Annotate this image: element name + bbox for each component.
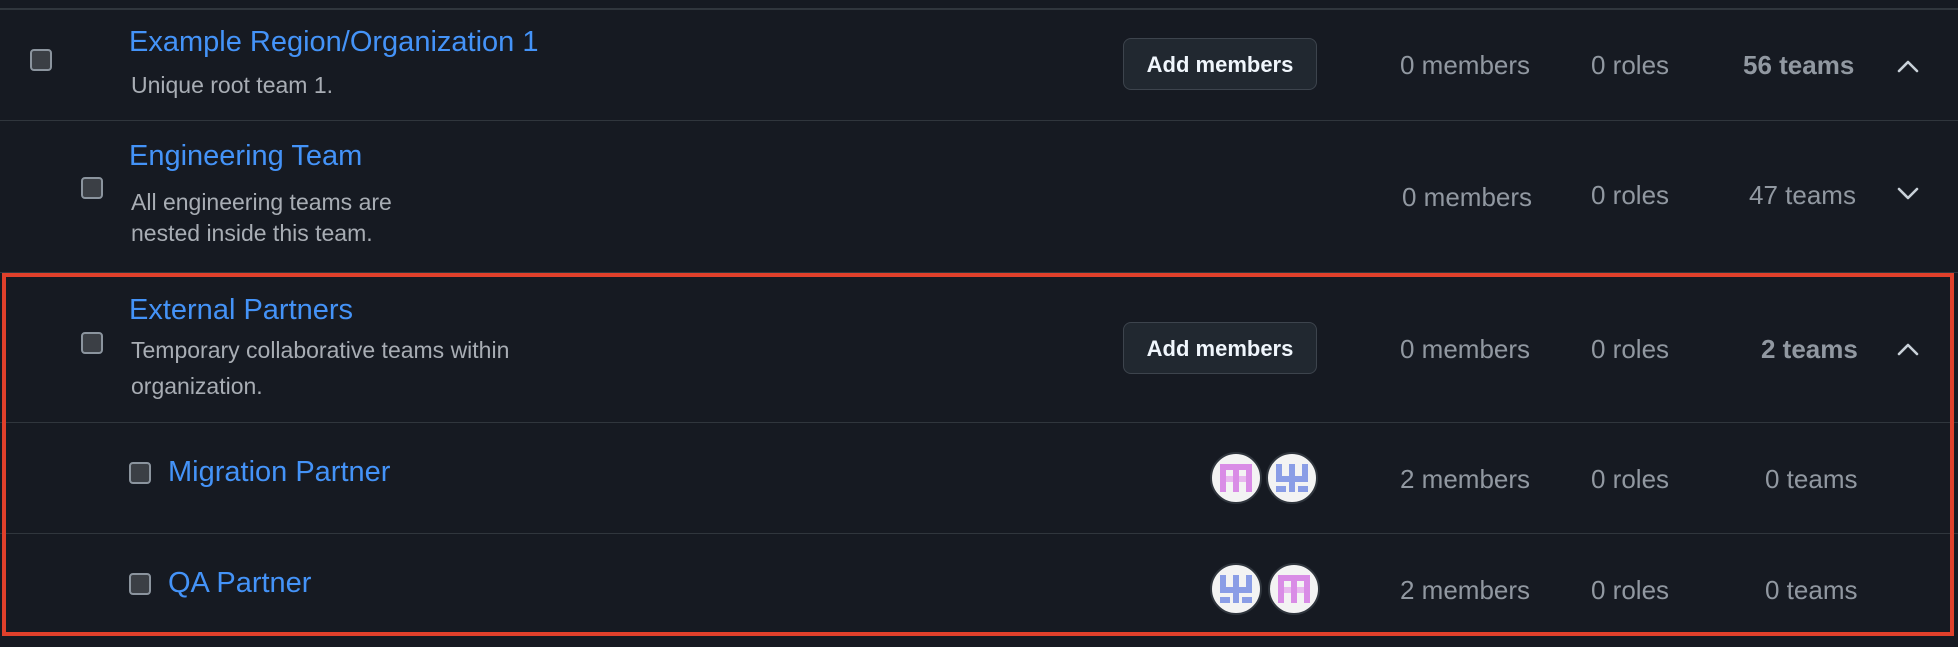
team-select-checkbox[interactable] <box>30 49 52 71</box>
team-select-checkbox[interactable] <box>129 573 151 595</box>
avatar-pink-icon[interactable] <box>1210 452 1262 504</box>
roles-count[interactable]: 0 roles <box>1591 575 1669 606</box>
team-row: Example Region/Organization 1 Unique roo… <box>0 10 1958 121</box>
team-select-checkbox[interactable] <box>81 332 103 354</box>
teams-count[interactable]: 0 teams <box>1765 464 1858 495</box>
members-count[interactable]: 0 members <box>1400 50 1530 81</box>
chevron-up-icon[interactable] <box>1893 51 1923 81</box>
add-members-button[interactable]: Add members <box>1123 322 1317 374</box>
roles-count[interactable]: 0 roles <box>1591 180 1669 211</box>
members-count[interactable]: 2 members <box>1400 575 1530 606</box>
avatar-blue-icon[interactable] <box>1266 452 1318 504</box>
roles-count[interactable]: 0 roles <box>1591 464 1669 495</box>
members-count[interactable]: 2 members <box>1400 464 1530 495</box>
team-select-checkbox[interactable] <box>129 462 151 484</box>
team-select-checkbox[interactable] <box>81 177 103 199</box>
members-count[interactable]: 0 members <box>1402 182 1532 213</box>
team-description: Unique root team 1. <box>131 72 334 98</box>
roles-count[interactable]: 0 roles <box>1591 50 1669 81</box>
members-count[interactable]: 0 members <box>1400 334 1530 365</box>
teams-count[interactable]: 0 teams <box>1765 575 1858 606</box>
team-name-link[interactable]: External Partners <box>129 294 353 327</box>
team-description-line: nested inside this team. <box>131 220 373 246</box>
avatar-blue-icon[interactable] <box>1210 563 1262 615</box>
team-description-line: Temporary collaborative teams within <box>131 337 510 363</box>
team-name-link[interactable]: Engineering Team <box>129 140 362 173</box>
chevron-down-icon[interactable] <box>1893 178 1923 208</box>
team-row: Engineering Team All engineering teams a… <box>0 120 1958 273</box>
teams-count[interactable]: 47 teams <box>1749 180 1856 211</box>
team-name-link[interactable]: Example Region/Organization 1 <box>129 26 538 59</box>
chevron-up-icon[interactable] <box>1893 334 1923 364</box>
teams-count[interactable]: 56 teams <box>1743 50 1854 81</box>
team-name-link[interactable]: QA Partner <box>168 567 311 600</box>
add-members-button[interactable]: Add members <box>1123 38 1317 90</box>
team-row: QA Partner 2 members 0 roles 0 teams <box>0 533 1958 637</box>
team-name-link[interactable]: Migration Partner <box>168 456 390 489</box>
avatar-pink-icon[interactable] <box>1268 563 1320 615</box>
team-row: External Partners Temporary collaborativ… <box>0 272 1958 423</box>
teams-count[interactable]: 2 teams <box>1761 334 1858 365</box>
team-row: Migration Partner 2 members 0 roles 0 te… <box>0 422 1958 534</box>
teams-list: Example Region/Organization 1 Unique roo… <box>0 0 1958 647</box>
team-description-line: organization. <box>131 373 263 399</box>
roles-count[interactable]: 0 roles <box>1591 334 1669 365</box>
team-description-line: All engineering teams are <box>131 189 392 215</box>
